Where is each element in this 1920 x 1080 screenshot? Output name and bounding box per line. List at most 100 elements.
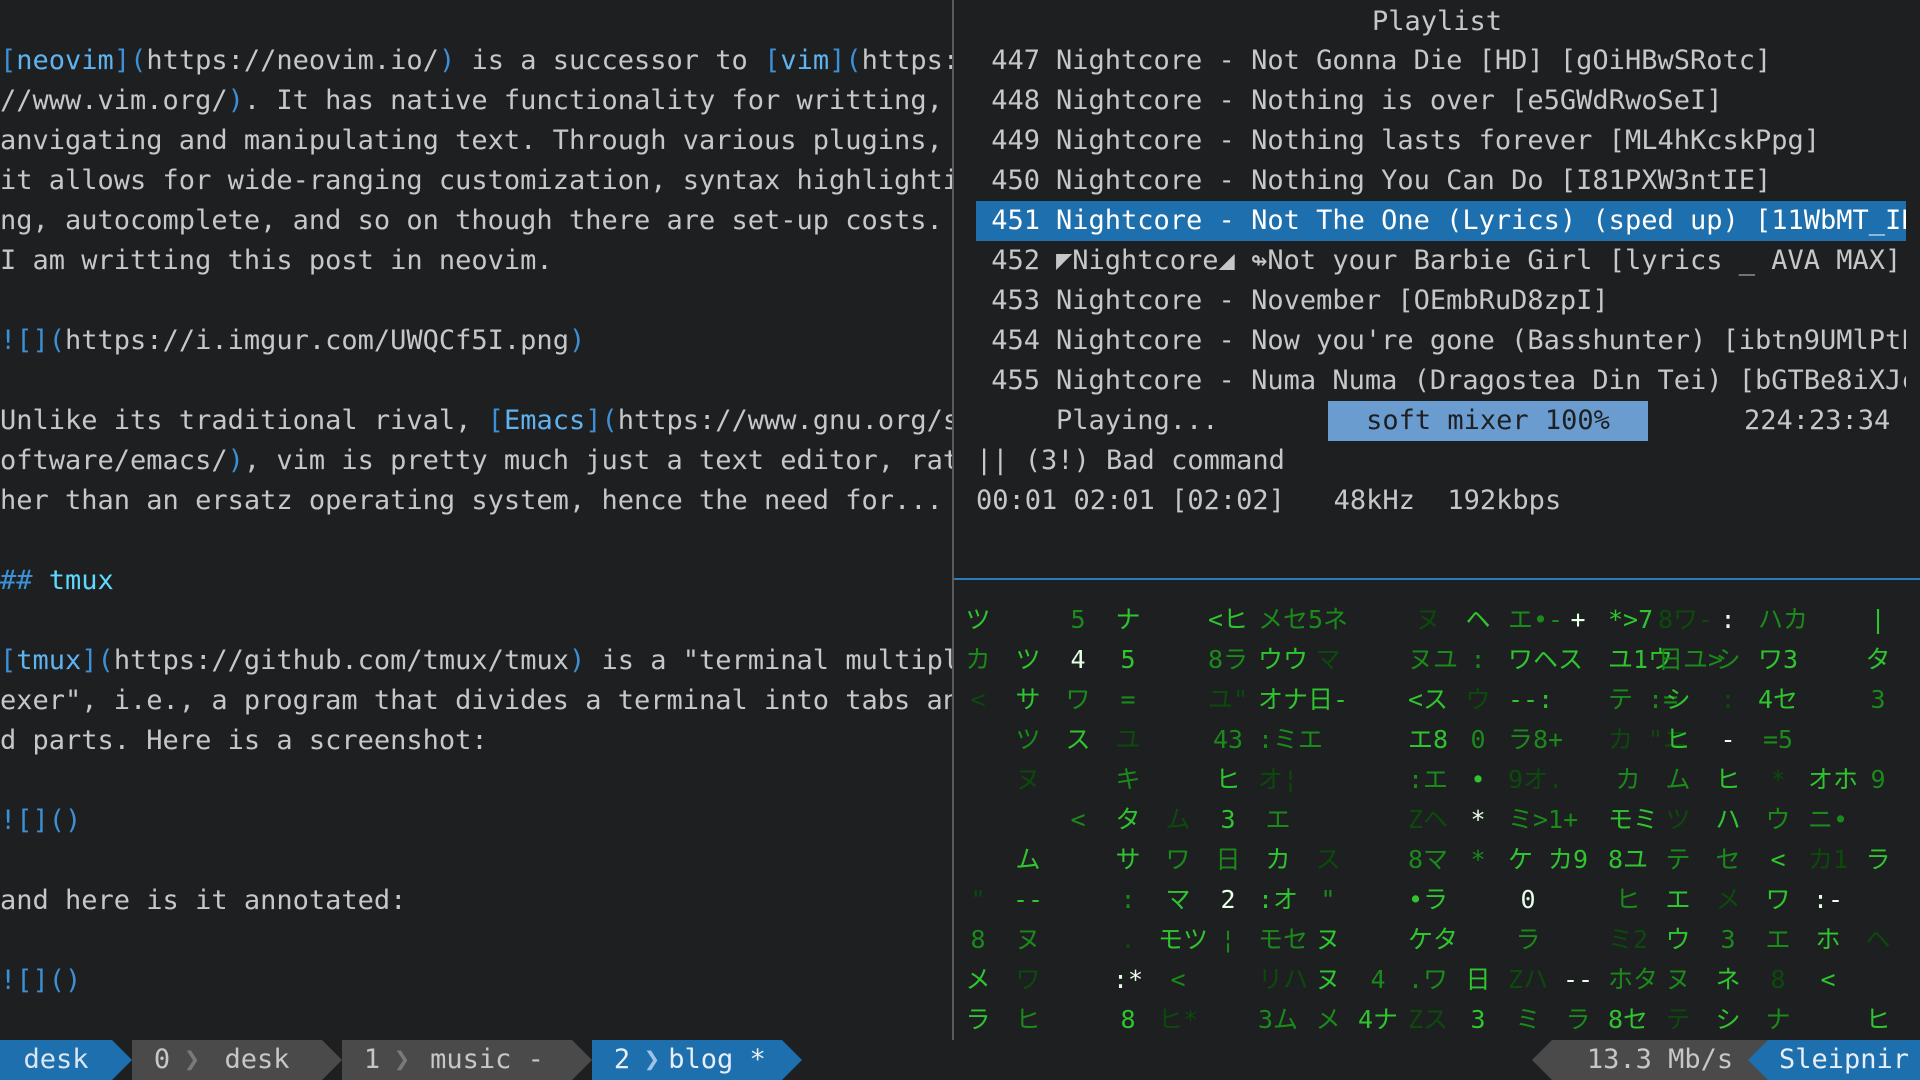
matrix-glyph: : [1720, 685, 1736, 714]
matrix-glyph [1358, 600, 1398, 640]
playlist-item[interactable]: 449 Nightcore - Nothing lasts forever [ML… [976, 121, 1906, 161]
editor-line[interactable]: ![](https://i.imgur.com/UWQCf5I.png) [0, 321, 585, 361]
matrix-column: ムワマモツ < ヒ* [1158, 600, 1208, 1040]
matrix-glyph: 8ワ- [1658, 605, 1714, 634]
powerline-separator [1532, 1040, 1552, 1080]
matrix-glyph: ユ" [1208, 685, 1249, 714]
matrix-column: ツカ < " 8 メラ [958, 600, 998, 1040]
editor-line[interactable]: anvigating and manipulating text. Throug… [0, 121, 943, 161]
matrix-glyph: < [970, 685, 986, 714]
matrix-glyph: < [1070, 805, 1086, 834]
playlist-item[interactable]: 450 Nightcore - Nothing You Can Do [I81PX… [976, 161, 1906, 201]
playlist-item[interactable]: 451 Nightcore - Not The One (Lyrics) (spe… [976, 201, 1906, 241]
powerline-separator [112, 1040, 132, 1080]
editor-line[interactable]: //www.vim.org/). It has native functiona… [0, 81, 943, 121]
matrix-glyph: ヌユ [1408, 645, 1459, 674]
matrix-glyph: ヌ [1415, 605, 1441, 634]
markdown-link-text: tmux [16, 645, 82, 676]
matrix-glyph: ワ3 [1758, 645, 1799, 674]
matrix-glyph: Zハ [1508, 965, 1549, 994]
matrix-glyph: • [1470, 765, 1486, 794]
music-player-pane[interactable]: Playlist 447 Nightcore - Not Gonna Die [H… [954, 0, 1920, 578]
matrix-glyph: タ [1865, 645, 1891, 674]
matrix-glyph [1858, 960, 1898, 1000]
playlist-item[interactable]: 447 Nightcore - Not Gonna Die [HD] [gOiHB… [976, 41, 1906, 81]
editor-line[interactable]: [neovim](https://neovim.io/) is a succes… [0, 41, 952, 81]
matrix-glyph: + [1570, 605, 1586, 634]
playlist-item[interactable]: 452 ◤Nightcore◢ ↬Not your Barbie Girl [ly… [976, 241, 1906, 281]
playlist-item[interactable]: 448 Nightcore - Nothing is over [e5GWdRwo… [976, 81, 1906, 121]
session-name[interactable]: desk [0, 1040, 112, 1080]
editor-line[interactable]: oftware/emacs/), vim is pretty much just… [0, 441, 952, 481]
playback-status: Playing... [1056, 405, 1219, 436]
playlist-item[interactable]: 454 Nightcore - Now you're gone (Basshunt… [976, 321, 1906, 361]
matrix-glyph [1808, 680, 1848, 720]
playlist-item-number: 449 [991, 125, 1040, 156]
editor-pane[interactable]: [neovim](https://neovim.io/) is a succes… [0, 0, 952, 1040]
matrix-glyph [1158, 760, 1198, 800]
matrix-glyph [1558, 840, 1598, 880]
window-name[interactable]: desk [192, 1040, 322, 1080]
matrix-glyph: ヌ [1015, 925, 1041, 954]
matrix-glyph: ウ [1765, 805, 1791, 834]
matrix-glyph [1058, 920, 1098, 960]
playlist-item[interactable]: 455 Nightcore - Numa Numa (Dragostea Din … [976, 361, 1906, 401]
editor-line[interactable]: ## tmux [0, 561, 114, 601]
matrix-glyph [1558, 880, 1598, 920]
matrix-glyph: ユ1ウ [1608, 645, 1674, 674]
editor-line[interactable]: her than an ersatz operating system, hen… [0, 481, 943, 521]
matrix-glyph: .ワ [1408, 965, 1449, 994]
matrix-glyph [1558, 760, 1598, 800]
matrix-glyph: モミ [1608, 805, 1659, 834]
editor-line[interactable]: ![]() [0, 961, 81, 1001]
matrix-glyph: 日 [1465, 965, 1491, 994]
tmux-status-bar: desk 13.3 Mb/s Sleipnir 0 desk ❯ 1 music - ❯ 2… [0, 1040, 1920, 1080]
matrix-glyph [1558, 640, 1598, 680]
matrix-glyph: ホ [1815, 925, 1841, 954]
matrix-glyph [1558, 800, 1598, 840]
matrix-glyph [1308, 600, 1348, 640]
editor-line[interactable]: Unlike its traditional rival, [Emacs](ht… [0, 401, 952, 441]
matrix-glyph: Zヘ [1408, 805, 1449, 834]
editor-line[interactable]: I am writting this post in neovim. [0, 241, 553, 281]
playlist-item-title: Nightcore - Now you're gone (Basshunter)… [1056, 325, 1906, 356]
editor-text: anvigating and manipulating text. Throug… [0, 125, 943, 156]
editor-line[interactable]: exer", i.e., a program that divides a te… [0, 681, 952, 721]
editor-line[interactable]: it allows for wide-ranging customization… [0, 161, 952, 201]
editor-text: is a "terminal multipl [585, 645, 952, 676]
matrix-glyph [1358, 640, 1398, 680]
matrix-glyph [1558, 720, 1598, 760]
editor-line[interactable]: ng, autocomplete, and so on though there… [0, 201, 943, 241]
matrix-glyph: ス [1065, 725, 1091, 754]
editor-line[interactable]: d parts. Here is a screenshot: [0, 721, 488, 761]
matrix-glyph: ネ [1715, 965, 1741, 994]
matrix-glyph: < [1770, 845, 1786, 874]
editor-text: ]( [113, 45, 147, 76]
hostname: Sleipnir [1768, 1040, 1920, 1080]
editor-line[interactable]: [tmux](https://github.com/tmux/tmux) is … [0, 641, 952, 681]
window-name[interactable]: blog * [652, 1040, 782, 1080]
playlist-item-number: 447 [991, 45, 1040, 76]
editor-line[interactable]: ![]() [0, 801, 81, 841]
powerline-separator [322, 1040, 342, 1080]
matrix-glyph: . [1120, 925, 1136, 954]
editor-line[interactable]: and here is it annotated: [0, 881, 406, 921]
player-status-row: Playing... soft mixer 100% 224:23:34 [954, 401, 1920, 441]
playlist-item-number: 450 [991, 165, 1040, 196]
matrix-glyph [1158, 600, 1198, 640]
matrix-glyph: 4 [1070, 645, 1086, 674]
matrix-glyph: :オ [1258, 885, 1299, 914]
editor-text: ) [227, 445, 244, 476]
matrix-glyph: 4 [1370, 965, 1386, 994]
matrix-column: ナ 5 = ユキタサ:.:* 8 [1108, 600, 1148, 1040]
matrix-glyph: カ [1265, 845, 1291, 874]
matrix-glyph: - [1720, 725, 1736, 754]
matrix-glyph: オナ日- [1258, 685, 1349, 714]
window-name[interactable]: music - [402, 1040, 572, 1080]
matrix-glyph: ウウ [1258, 645, 1309, 674]
matrix-glyph: マ [1315, 645, 1341, 674]
command-line[interactable]: || (3!) Bad command [976, 441, 1906, 481]
matrix-rain-pane[interactable]: ツカ < " 8 メラツサツヌム -- ヌワヒ 5 4 ワス < ナ 5 = ユキタサ:.:* 8 ムワマモツ <… [954, 580, 1920, 1040]
playlist-item[interactable]: 453 Nightcore - November [OEmbRuD8zpI] [976, 281, 1906, 321]
playlist-title: Playlist [1371, 6, 1503, 37]
